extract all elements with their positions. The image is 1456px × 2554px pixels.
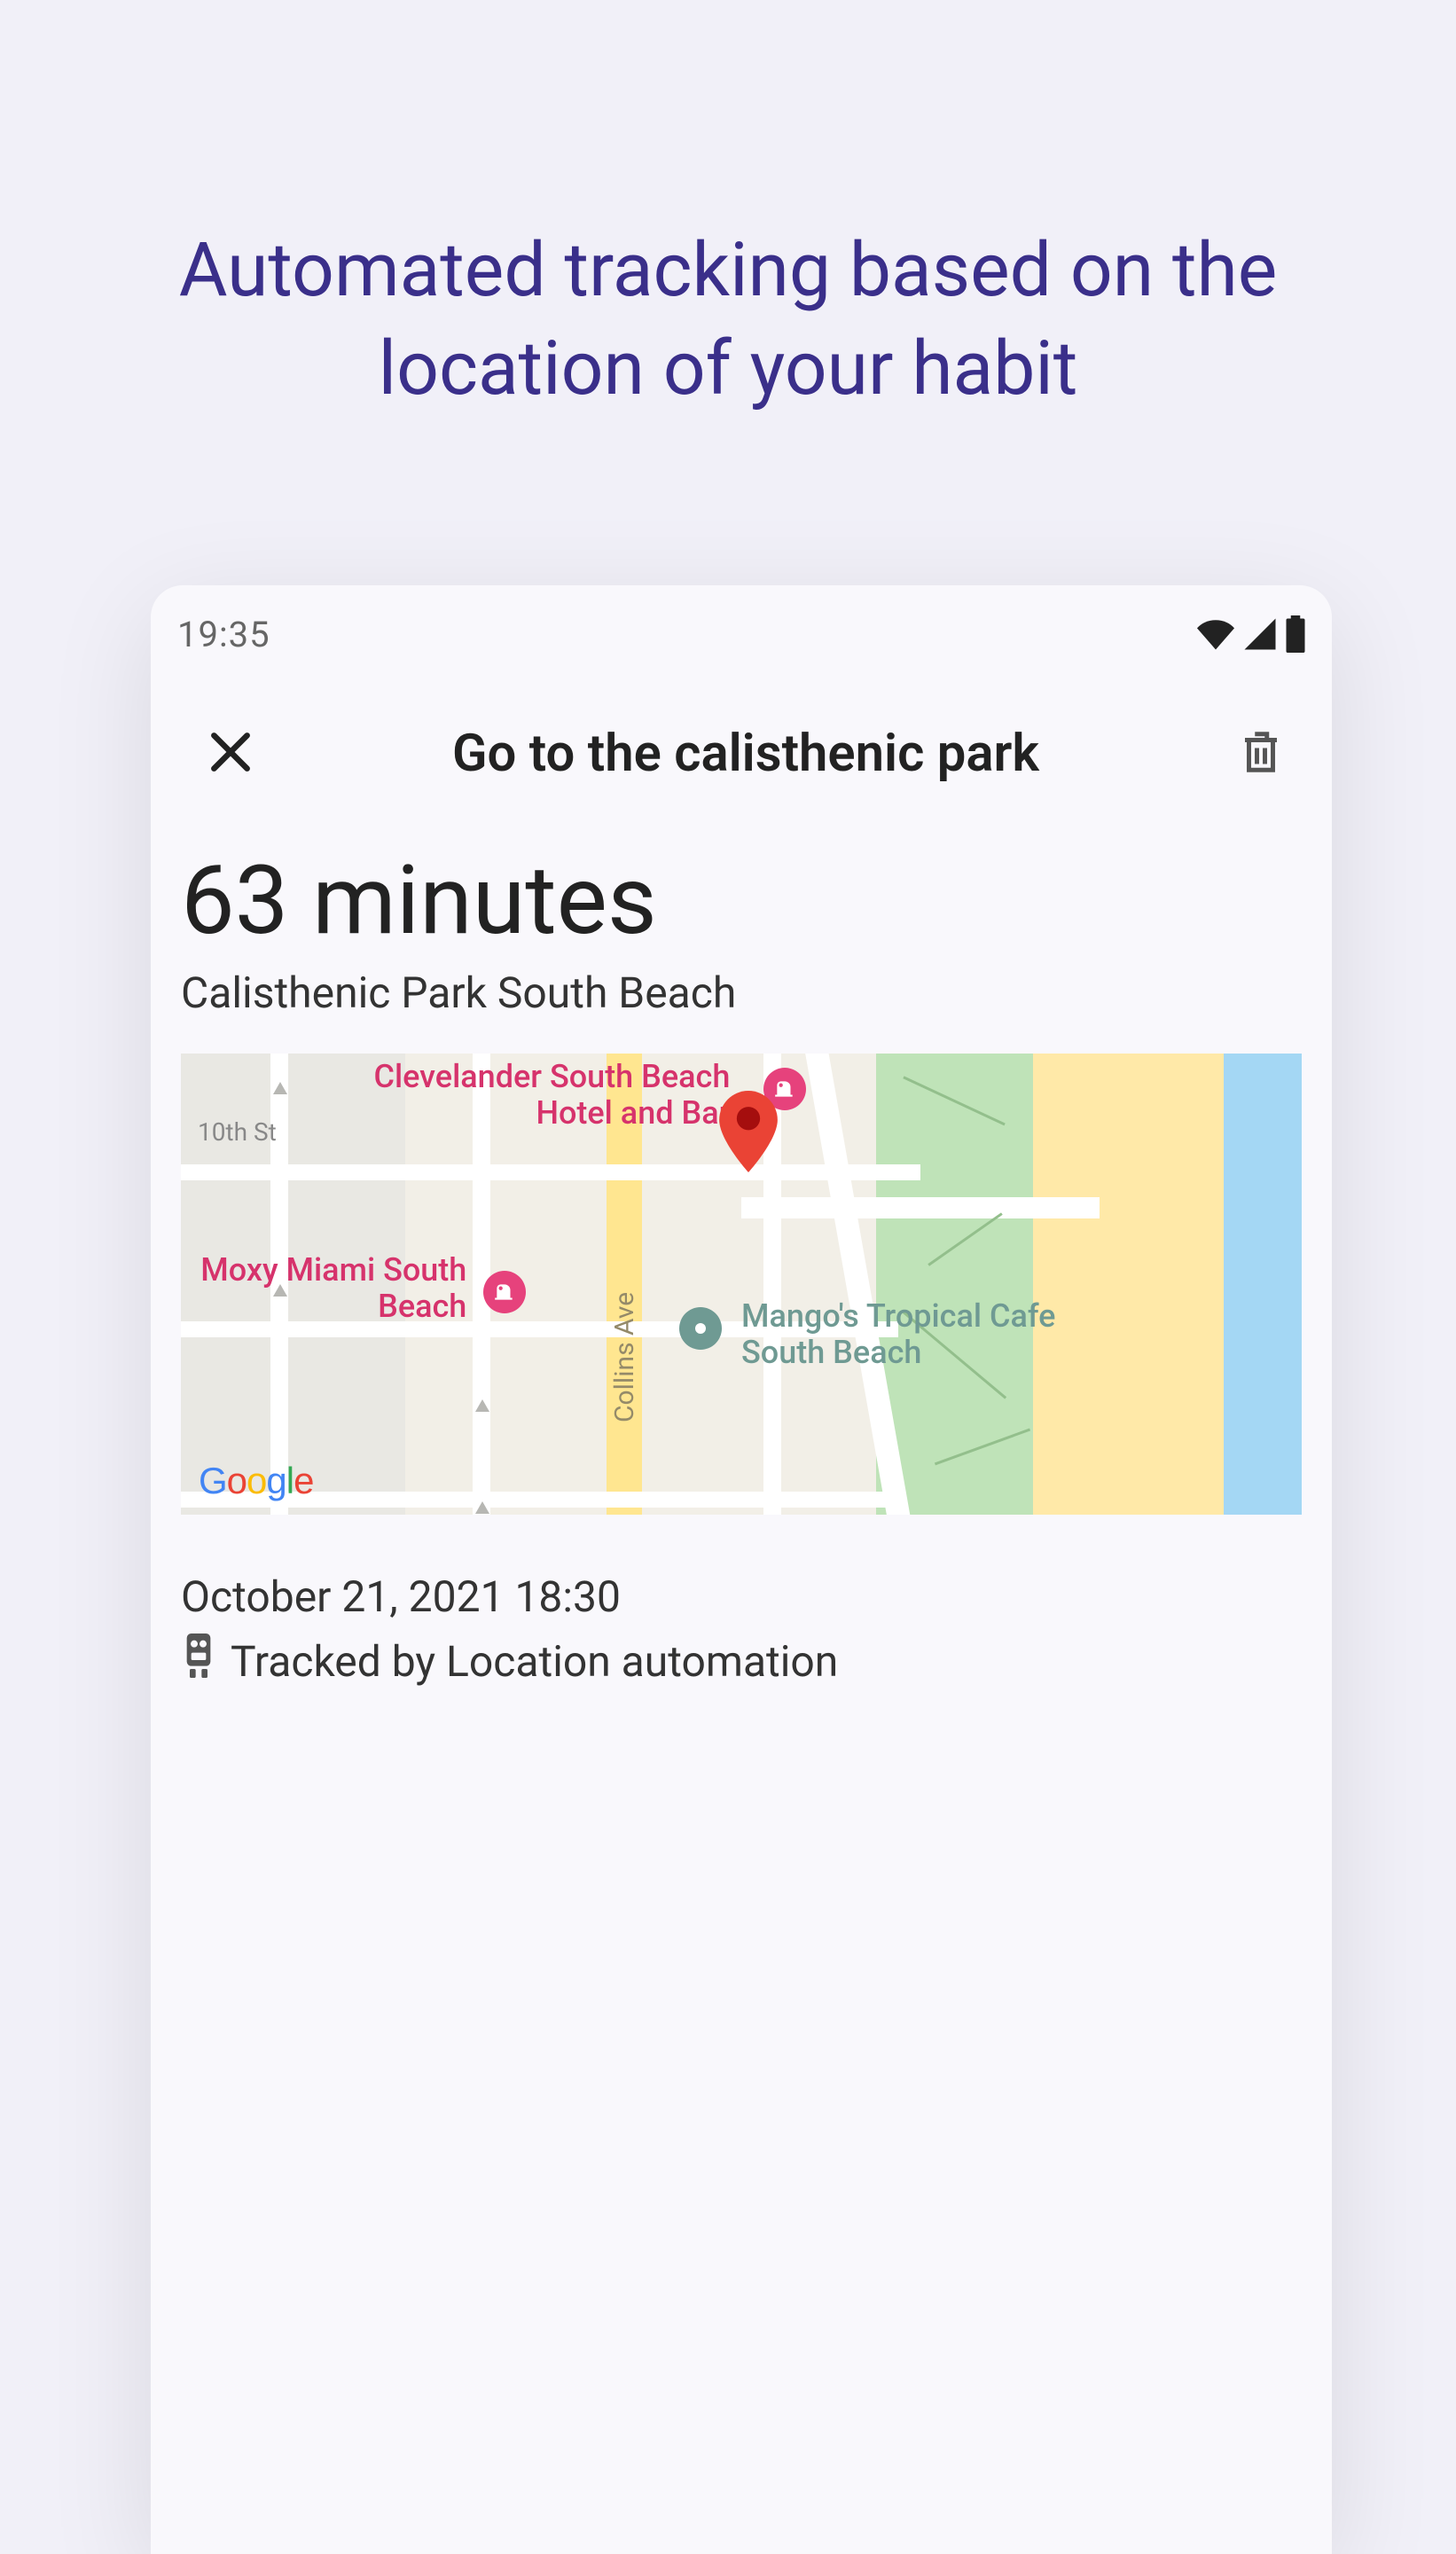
tracked-by-row: Tracked by Location automation [181,1633,1302,1689]
promo-heading: Automated tracking based on the location… [0,0,1456,419]
trash-icon [1237,728,1285,780]
battery-icon [1286,615,1305,653]
map-poi-moxy-pin[interactable] [483,1271,526,1313]
map-poi-moxy-label: Moxy Miami South Beach [186,1252,466,1326]
status-time: 19:35 [177,614,270,655]
duration-value: 63 minutes [181,851,1302,952]
map-poi-mangos-label: Mango's Tropical Cafe South Beach [741,1298,1077,1372]
close-icon [206,727,255,780]
location-name: Calisthenic Park South Beach [181,968,1302,1018]
signal-icon [1241,615,1279,653]
map-street-collins: Collins Ave [609,1292,640,1422]
page-title: Go to the calisthenic park [452,724,1039,784]
wifi-icon [1197,615,1234,653]
map-attribution: Google [199,1460,313,1502]
close-button[interactable] [195,718,266,789]
status-icons [1197,615,1305,653]
delete-button[interactable] [1225,718,1296,789]
content: 63 minutes Calisthenic Park South Beach [151,825,1332,1689]
map-poi-clevelander-label: Clevelander South Beach Hotel and Bar [326,1059,730,1132]
map-street-10th: 10th St [198,1118,277,1147]
map-location-marker[interactable] [719,1091,778,1169]
automation-icon [181,1633,216,1689]
tracked-by-text: Tracked by Location automation [231,1636,838,1687]
map-snapshot[interactable]: 10th St Collins Ave Clevelander South Be… [181,1054,1302,1515]
entry-meta: October 21, 2021 18:30 Tracked by Locati… [181,1571,1302,1689]
toolbar: Go to the calisthenic park [151,665,1332,825]
phone-frame: 19:35 Go to the calisthenic park [151,585,1332,2554]
entry-timestamp: October 21, 2021 18:30 [181,1571,1302,1622]
status-bar: 19:35 [151,585,1332,665]
